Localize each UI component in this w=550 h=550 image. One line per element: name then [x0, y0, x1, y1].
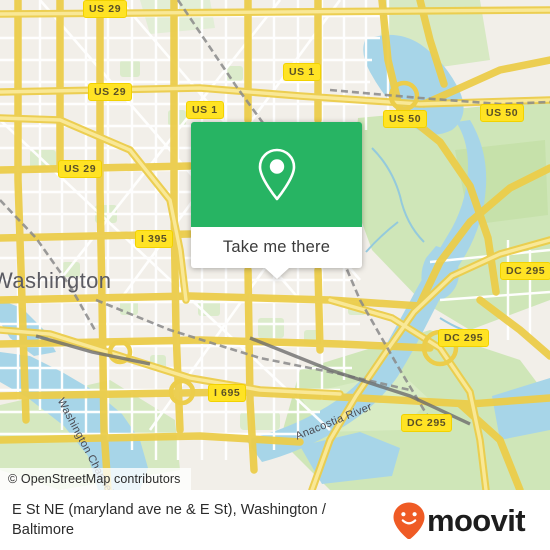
road-shield: US 29 [83, 0, 128, 18]
road-shield: DC 295 [500, 262, 550, 280]
callout-image-panel [191, 122, 362, 227]
screenshot-root: US 29 US 29 US 29 US 1 US 1 US 50 US 50 I 395 I … [0, 0, 550, 550]
road-shield: I 395 [135, 230, 174, 248]
road-shield: US 1 [283, 63, 321, 81]
road-shield: I 695 [208, 384, 247, 402]
road-shield: DC 295 [401, 414, 453, 432]
callout-action-panel[interactable]: Take me there [191, 227, 362, 279]
osm-attribution-text: © OpenStreetMap contributors [8, 472, 181, 486]
moovit-pin-smiley-icon [393, 502, 425, 539]
road-shield: US 50 [383, 110, 428, 128]
road-shield: US 1 [186, 101, 224, 119]
road-shield: DC 295 [438, 329, 490, 347]
road-shield: US 29 [88, 83, 133, 101]
road-shield: US 29 [58, 160, 103, 178]
callout-pointer [264, 268, 289, 279]
map-canvas[interactable]: US 29 US 29 US 29 US 1 US 1 US 50 US 50 I 395 I … [0, 0, 550, 490]
footer-bar: E St NE (maryland ave ne & E St), Washin… [0, 490, 550, 550]
take-me-there-button[interactable]: Take me there [223, 238, 330, 257]
moovit-logo[interactable]: moovit [392, 501, 537, 539]
map-pin-icon [258, 148, 295, 200]
city-label: Washington [0, 268, 112, 293]
moovit-wordmark: moovit [427, 502, 526, 538]
road-shield: US 50 [480, 104, 525, 122]
location-title: E St NE (maryland ave ne & E St), Washin… [12, 501, 327, 538]
map-callout-card[interactable]: Take me there [191, 122, 362, 279]
osm-attribution[interactable]: © OpenStreetMap contributors [0, 468, 191, 490]
